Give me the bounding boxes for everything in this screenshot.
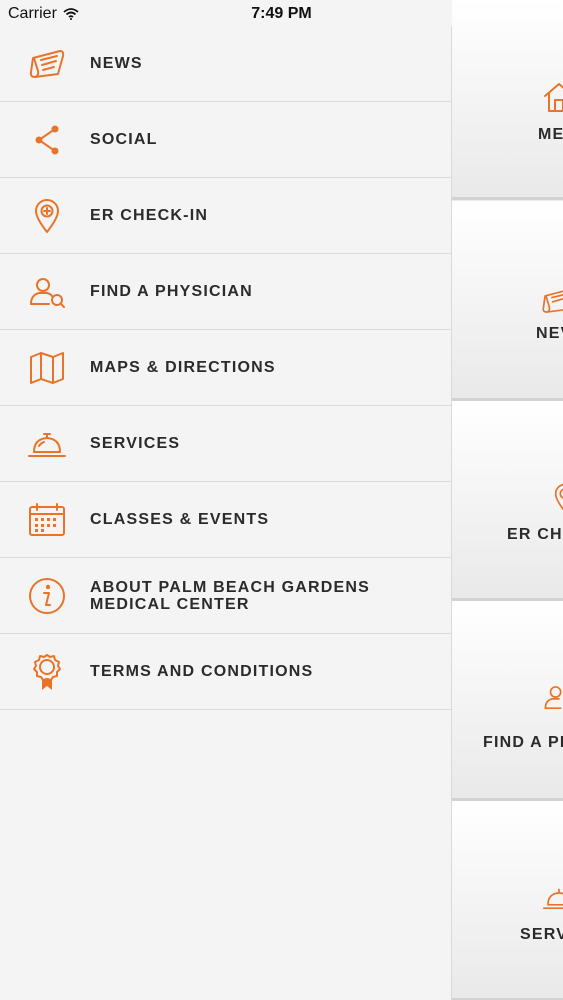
- menu-item-social[interactable]: SOCIAL: [0, 102, 451, 178]
- tile-services[interactable]: SERV: [452, 801, 563, 1000]
- share-icon: [24, 117, 70, 163]
- menu-item-label: NEWS: [90, 55, 143, 72]
- service-bell-icon: [542, 888, 563, 910]
- map-pin-plus-icon: [554, 483, 563, 511]
- person-search-icon: [24, 269, 70, 315]
- tile-news[interactable]: NEV: [452, 201, 563, 401]
- tile-label: ME: [538, 126, 563, 143]
- tile-label: ER CHE: [507, 526, 563, 543]
- tile-er-check-in[interactable]: ER CHE: [452, 401, 563, 601]
- menu-item-news[interactable]: NEWS: [0, 26, 451, 102]
- home-icon: [544, 83, 563, 112]
- map-icon: [24, 345, 70, 391]
- menu-item-label: ER CHECK-IN: [90, 207, 209, 224]
- tile-home[interactable]: ME: [452, 0, 563, 200]
- menu-item-label: FIND A PHYSICIAN: [90, 283, 253, 300]
- menu-item-label: MAPS & DIRECTIONS: [90, 359, 276, 376]
- menu-item-maps-directions[interactable]: MAPS & DIRECTIONS: [0, 330, 451, 406]
- menu-item-services[interactable]: SERVICES: [0, 406, 451, 482]
- tile-label: SERV: [520, 926, 563, 943]
- menu-item-about[interactable]: ABOUT PALM BEACH GARDENS MEDICAL CENTER: [0, 558, 451, 634]
- menu-item-er-check-in[interactable]: ER CHECK-IN: [0, 178, 451, 254]
- menu-item-label: TERMS AND CONDITIONS: [90, 663, 314, 680]
- calendar-icon: [24, 497, 70, 543]
- tile-find-a-physician[interactable]: FIND A PH: [452, 601, 563, 801]
- service-bell-icon: [24, 421, 70, 467]
- menu-item-label: ABOUT PALM BEACH GARDENS MEDICAL CENTER: [90, 578, 371, 613]
- menu-item-label: SERVICES: [90, 435, 181, 452]
- main-dashboard-tiles: ME NEV ER CHE FIND A PH SERV: [452, 0, 563, 1000]
- person-search-icon: [544, 686, 562, 710]
- navigation-drawer: NEWS SOCIAL ER CHECK-IN FIND A PHYSICIAN…: [0, 26, 452, 1000]
- tile-label: FIND A PH: [483, 734, 563, 751]
- award-ribbon-icon: [24, 649, 70, 695]
- newspaper-icon: [24, 41, 70, 87]
- menu-item-label: CLASSES & EVENTS: [90, 511, 270, 528]
- info-icon: [24, 573, 70, 619]
- menu-item-classes-events[interactable]: CLASSES & EVENTS: [0, 482, 451, 558]
- menu-item-label: SOCIAL: [90, 131, 158, 148]
- newspaper-icon: [542, 290, 563, 313]
- menu-item-terms-conditions[interactable]: TERMS AND CONDITIONS: [0, 634, 451, 710]
- menu-item-find-a-physician[interactable]: FIND A PHYSICIAN: [0, 254, 451, 330]
- tile-label: NEV: [536, 325, 563, 342]
- map-pin-plus-icon: [24, 193, 70, 239]
